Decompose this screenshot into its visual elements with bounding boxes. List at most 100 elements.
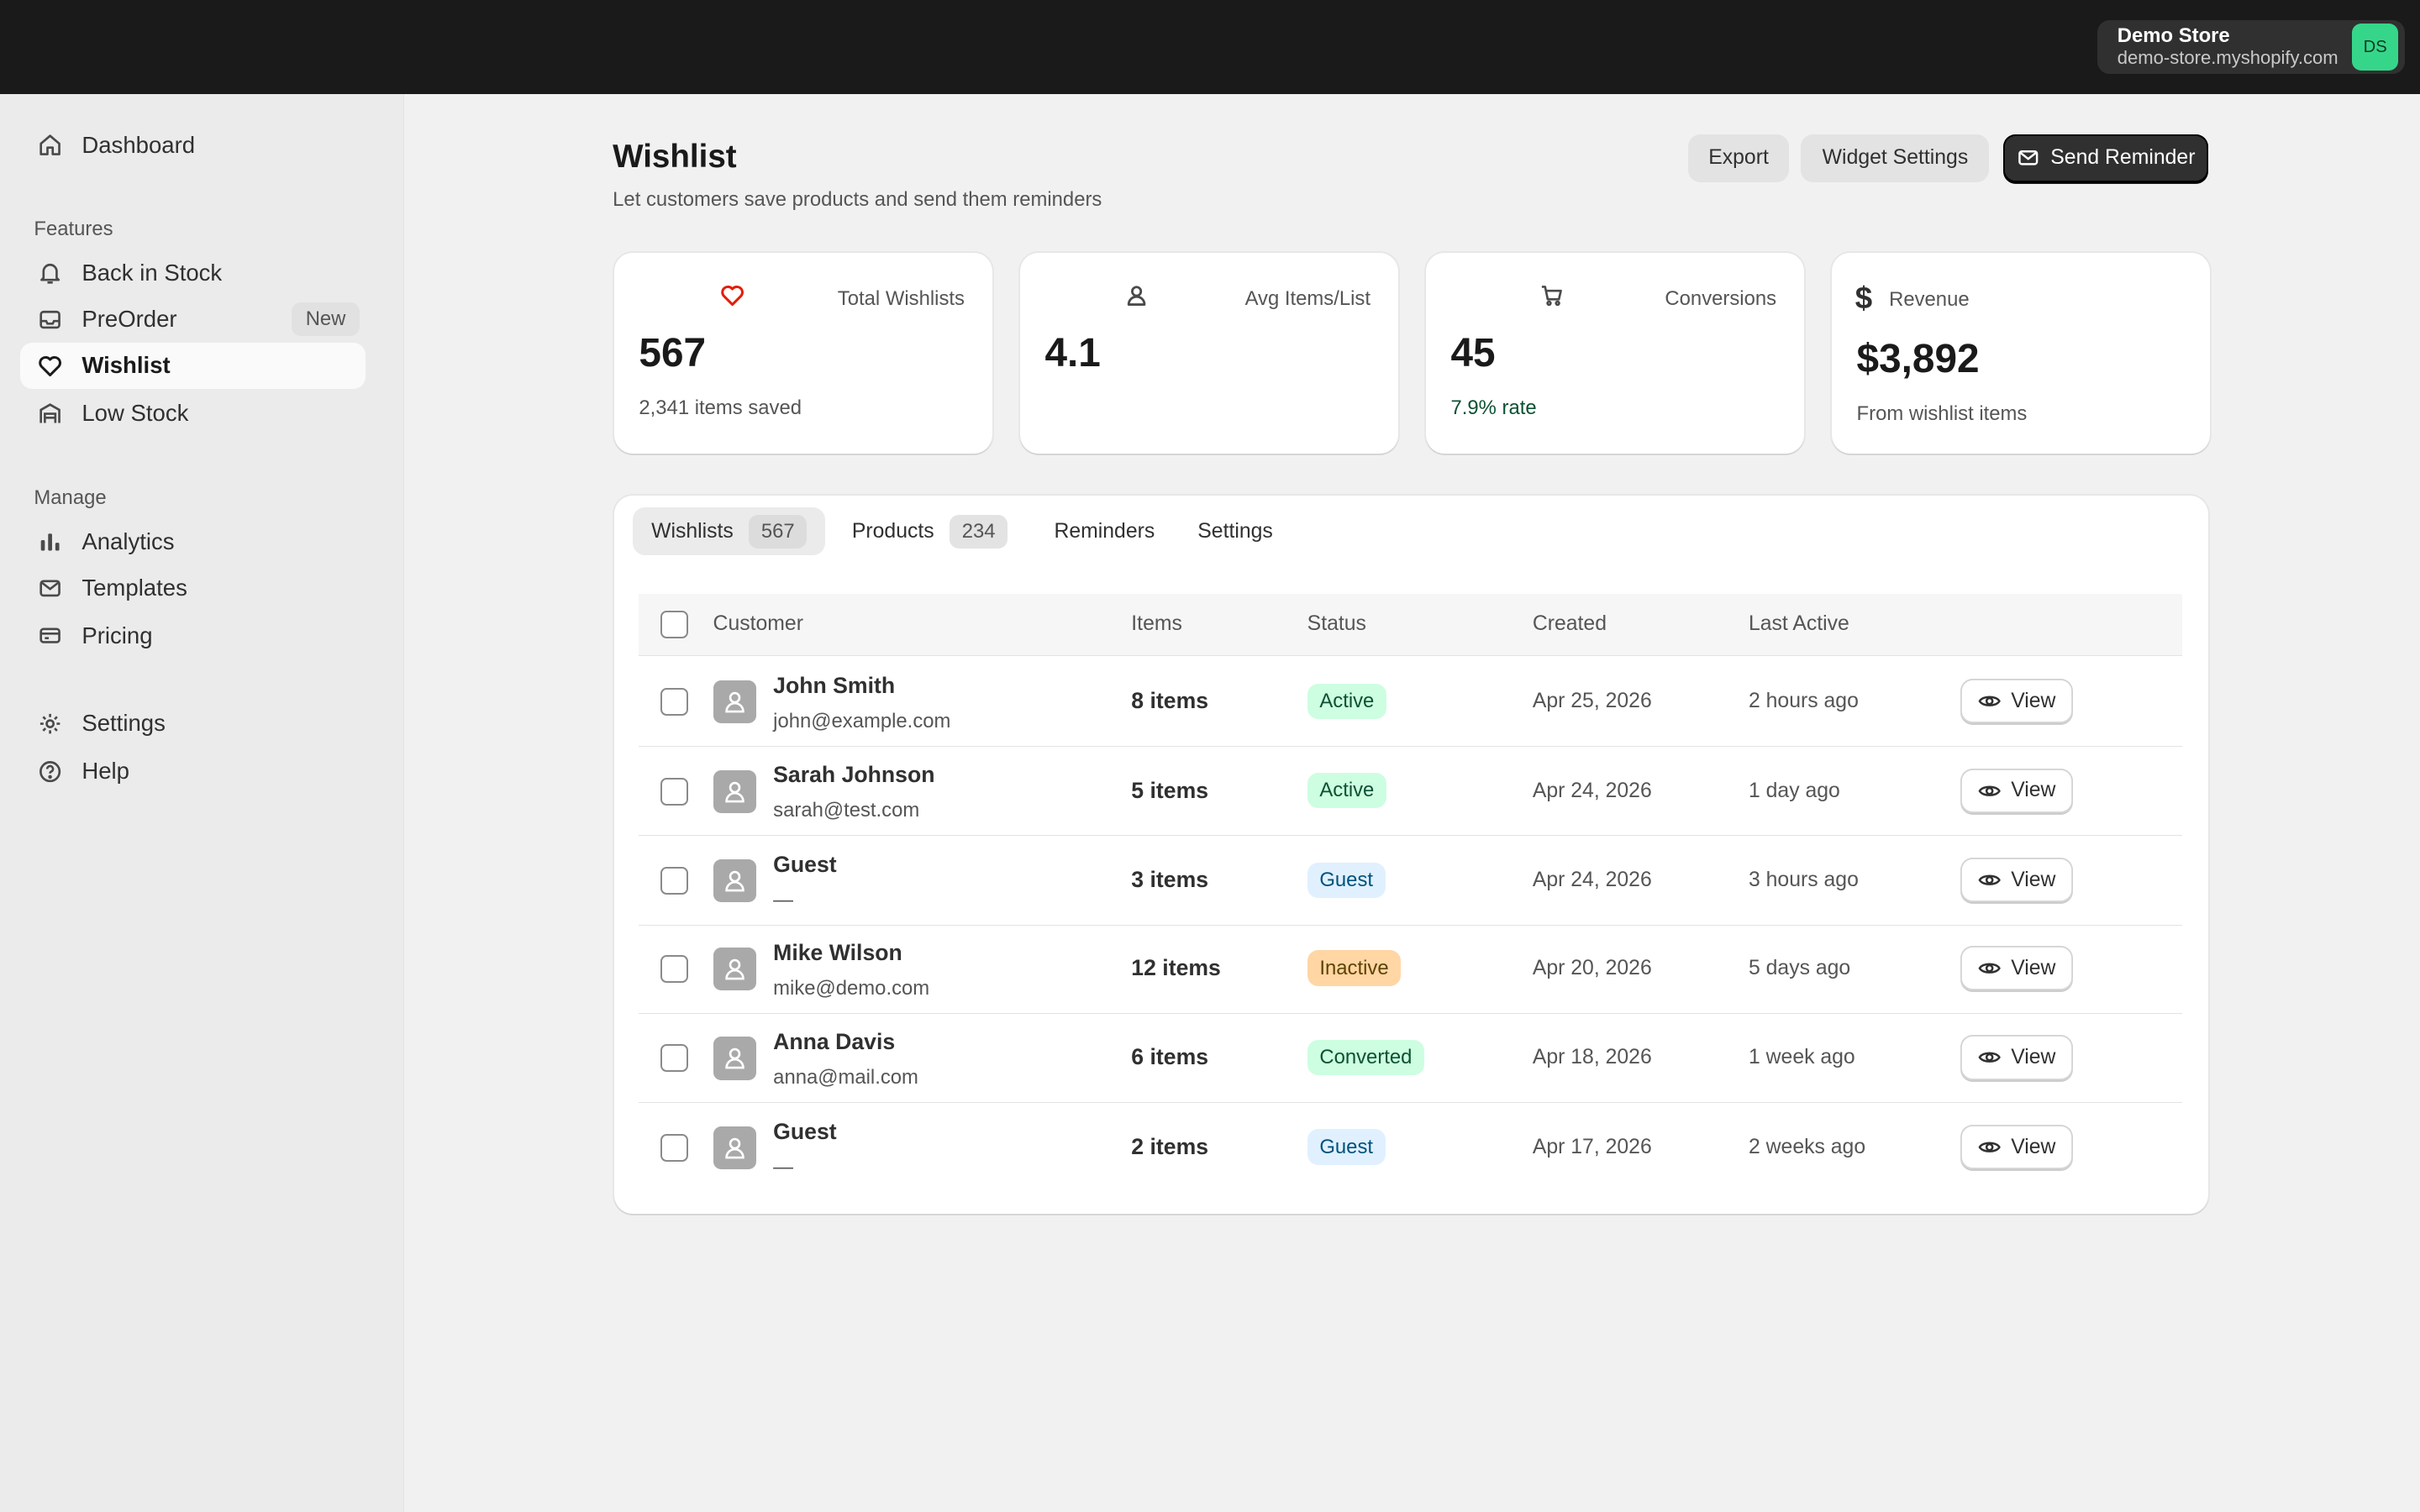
tab-settings[interactable]: Settings — [1179, 507, 1292, 555]
stat-label: Revenue — [1889, 288, 1970, 312]
created-date: Apr 18, 2026 — [1532, 1046, 1652, 1069]
last-active: 2 weeks ago — [1748, 1135, 1866, 1158]
stat-sub: From wishlist items — [1856, 402, 2028, 426]
customer-name: John Smith — [773, 672, 896, 698]
bar-chart-icon — [40, 533, 60, 551]
column-header-last-active: Last Active — [1748, 612, 1849, 636]
row-checkbox[interactable] — [660, 688, 689, 717]
item-count: 3 items — [1131, 867, 1209, 893]
dollar-icon: $ — [1854, 281, 1873, 316]
customer-avatar — [713, 769, 756, 813]
tab-label: Reminders — [1054, 519, 1155, 543]
heart-icon — [721, 286, 744, 307]
page-title: Wishlist — [613, 139, 737, 176]
sidebar-item-pricing[interactable]: Pricing — [20, 612, 366, 659]
select-all-checkbox[interactable] — [660, 611, 689, 639]
sidebar-item-analytics[interactable]: Analytics — [20, 518, 366, 564]
sidebar-item-preorder[interactable]: PreOrder New — [20, 297, 366, 343]
person-icon — [725, 781, 744, 803]
table-header: Customer Items Status Created Last Activ… — [639, 594, 2183, 656]
stat-sub: 2,341 items saved — [639, 396, 802, 420]
tab-products[interactable]: Products 234 — [834, 507, 1026, 555]
page-subtitle: Let customers save products and send the… — [613, 188, 1102, 212]
status-badge: Inactive — [1307, 950, 1402, 986]
last-active: 1 week ago — [1748, 1046, 1855, 1069]
sidebar-item-settings[interactable]: Settings — [20, 701, 366, 747]
sidebar-item-dashboard[interactable]: Dashboard — [20, 122, 366, 168]
customer-name: Mike Wilson — [773, 939, 902, 965]
table-row: John Smith john@example.com 8 items Acti… — [639, 657, 2183, 747]
created-date: Apr 25, 2026 — [1532, 689, 1652, 712]
last-active: 2 hours ago — [1748, 689, 1859, 712]
eye-icon — [1978, 696, 2001, 706]
features-heading: Features — [34, 217, 113, 240]
table-row: Guest — 3 items Guest Apr 24, 2026 3 hou… — [639, 836, 2183, 926]
item-count: 8 items — [1131, 688, 1209, 714]
row-checkbox[interactable] — [660, 954, 689, 983]
person-icon — [725, 1137, 744, 1159]
sidebar-item-label: Settings — [82, 710, 166, 737]
export-button[interactable]: Export — [1688, 134, 1789, 182]
view-button[interactable]: View — [1960, 679, 2073, 724]
sidebar-item-label: Back in Stock — [82, 260, 223, 286]
customer-name: Anna Davis — [773, 1029, 896, 1055]
stat-value: $3,892 — [1856, 337, 1980, 382]
sidebar-item-label: Help — [82, 758, 129, 785]
customer-avatar — [713, 859, 756, 903]
sidebar-item-label: Wishlist — [82, 352, 171, 379]
tab-wishlists[interactable]: Wishlists 567 — [633, 507, 826, 556]
view-button[interactable]: View — [1960, 1124, 2073, 1170]
customer-name: Guest — [773, 1118, 837, 1144]
column-header-status: Status — [1307, 612, 1366, 636]
store-domain: demo-store.myshopify.com — [2117, 47, 2338, 69]
store-avatar: DS — [2352, 24, 2399, 71]
view-button[interactable]: View — [1960, 768, 2073, 813]
table-row: Sarah Johnson sarah@test.com 5 items Act… — [639, 747, 2183, 837]
widget-settings-button[interactable]: Widget Settings — [1801, 134, 1990, 182]
customer-email: anna@mail.com — [773, 1066, 918, 1089]
store-switcher[interactable]: Demo Store demo-store.myshopify.com DS — [2096, 19, 2405, 75]
sidebar-item-low-stock[interactable]: Low Stock — [20, 391, 366, 437]
item-count: 12 items — [1131, 954, 1221, 980]
item-count: 5 items — [1131, 777, 1209, 803]
created-date: Apr 17, 2026 — [1532, 1135, 1652, 1158]
view-label: View — [2011, 868, 2056, 891]
view-button[interactable]: View — [1960, 1035, 2073, 1080]
status-badge: Guest — [1307, 1129, 1386, 1165]
tab-reminders[interactable]: Reminders — [1035, 507, 1173, 555]
mail-icon — [39, 580, 60, 597]
eye-icon — [1978, 1142, 2001, 1152]
view-button[interactable]: View — [1960, 858, 2073, 903]
column-header-created: Created — [1532, 612, 1607, 636]
credit-card-icon — [39, 627, 60, 643]
sidebar-item-templates[interactable]: Templates — [20, 564, 366, 611]
customer-email: john@example.com — [773, 709, 951, 732]
send-reminder-button[interactable]: Send Reminder — [2003, 134, 2209, 182]
customer-avatar — [713, 680, 756, 724]
stat-label: Total Wishlists — [837, 286, 965, 310]
help-icon — [39, 760, 61, 782]
top-bar: Demo Store demo-store.myshopify.com DS — [0, 0, 2420, 95]
sidebar-item-back-in-stock[interactable]: Back in Stock — [20, 250, 366, 297]
eye-icon — [1978, 963, 2001, 974]
row-checkbox[interactable] — [660, 777, 689, 806]
table-row: Anna Davis anna@mail.com 6 items Convert… — [639, 1014, 2183, 1104]
sidebar-item-label: Analytics — [82, 528, 175, 554]
row-checkbox[interactable] — [660, 867, 689, 895]
customer-email: — — [773, 1155, 794, 1179]
item-count: 6 items — [1131, 1044, 1209, 1070]
view-button[interactable]: View — [1960, 945, 2073, 991]
customer-email: sarah@test.com — [773, 799, 920, 822]
status-badge: Active — [1307, 773, 1387, 809]
heart-icon — [39, 355, 62, 376]
status-badge: Active — [1307, 683, 1387, 719]
row-checkbox[interactable] — [660, 1133, 689, 1162]
table-row: Guest — 2 items Guest Apr 17, 2026 2 wee… — [639, 1103, 2182, 1193]
sidebar-item-label: Low Stock — [82, 400, 189, 427]
new-badge: New — [292, 302, 360, 337]
sidebar-item-help[interactable]: Help — [20, 748, 366, 795]
customer-email: mike@demo.com — [773, 976, 930, 1000]
eye-icon — [1978, 874, 2001, 886]
row-checkbox[interactable] — [660, 1044, 689, 1073]
sidebar-item-wishlist[interactable]: Wishlist — [19, 342, 366, 389]
